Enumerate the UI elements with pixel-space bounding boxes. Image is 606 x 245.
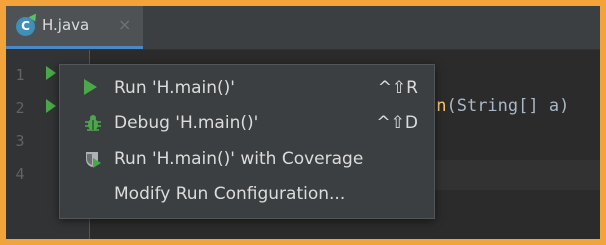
tab-h-java[interactable]: C H.java × — [6, 6, 143, 49]
menu-item-label: Run 'H.main()' with Coverage — [114, 149, 364, 169]
menu-item-label: Debug 'H.main()' — [114, 113, 259, 133]
menu-item-label: Modify Run Configuration... — [114, 184, 346, 204]
debug-icon — [85, 115, 101, 131]
menu-item-shortcut: ^⇧D — [376, 113, 418, 133]
run-context-menu: Run 'H.main()' ^⇧R Debug 'H.main()' ^⇧D … — [59, 64, 435, 219]
line-number-4: 4 — [15, 165, 25, 183]
code-params: (String[] a) — [446, 96, 570, 116]
close-icon[interactable]: × — [118, 15, 131, 34]
menu-item-debug[interactable]: Debug 'H.main()' ^⇧D — [60, 108, 434, 138]
java-class-file-icon: C — [16, 11, 40, 36]
gutter-run-icon[interactable] — [46, 99, 56, 113]
line-number-3: 3 — [15, 132, 25, 150]
editor-tab-bar: C H.java × — [6, 6, 600, 50]
coverage-icon — [86, 152, 101, 168]
code-line-2[interactable]: in(String[] a) — [426, 96, 569, 116]
line-number-1: 1 — [15, 66, 25, 84]
line-number-2: 2 — [15, 99, 25, 117]
menu-item-run-with-coverage[interactable]: Run 'H.main()' with Coverage — [60, 144, 434, 174]
gutter-run-icon[interactable] — [46, 66, 56, 80]
menu-item-run[interactable]: Run 'H.main()' ^⇧R — [60, 73, 434, 103]
ide-window: C H.java × 1 2 3 4 in(String[] a) Run 'H… — [6, 6, 600, 239]
menu-item-shortcut: ^⇧R — [377, 78, 418, 98]
run-icon — [84, 79, 97, 95]
menu-item-label: Run 'H.main()' — [114, 78, 235, 98]
menu-item-modify-run-configuration[interactable]: Modify Run Configuration... — [60, 179, 434, 209]
tab-filename: H.java — [42, 16, 90, 34]
